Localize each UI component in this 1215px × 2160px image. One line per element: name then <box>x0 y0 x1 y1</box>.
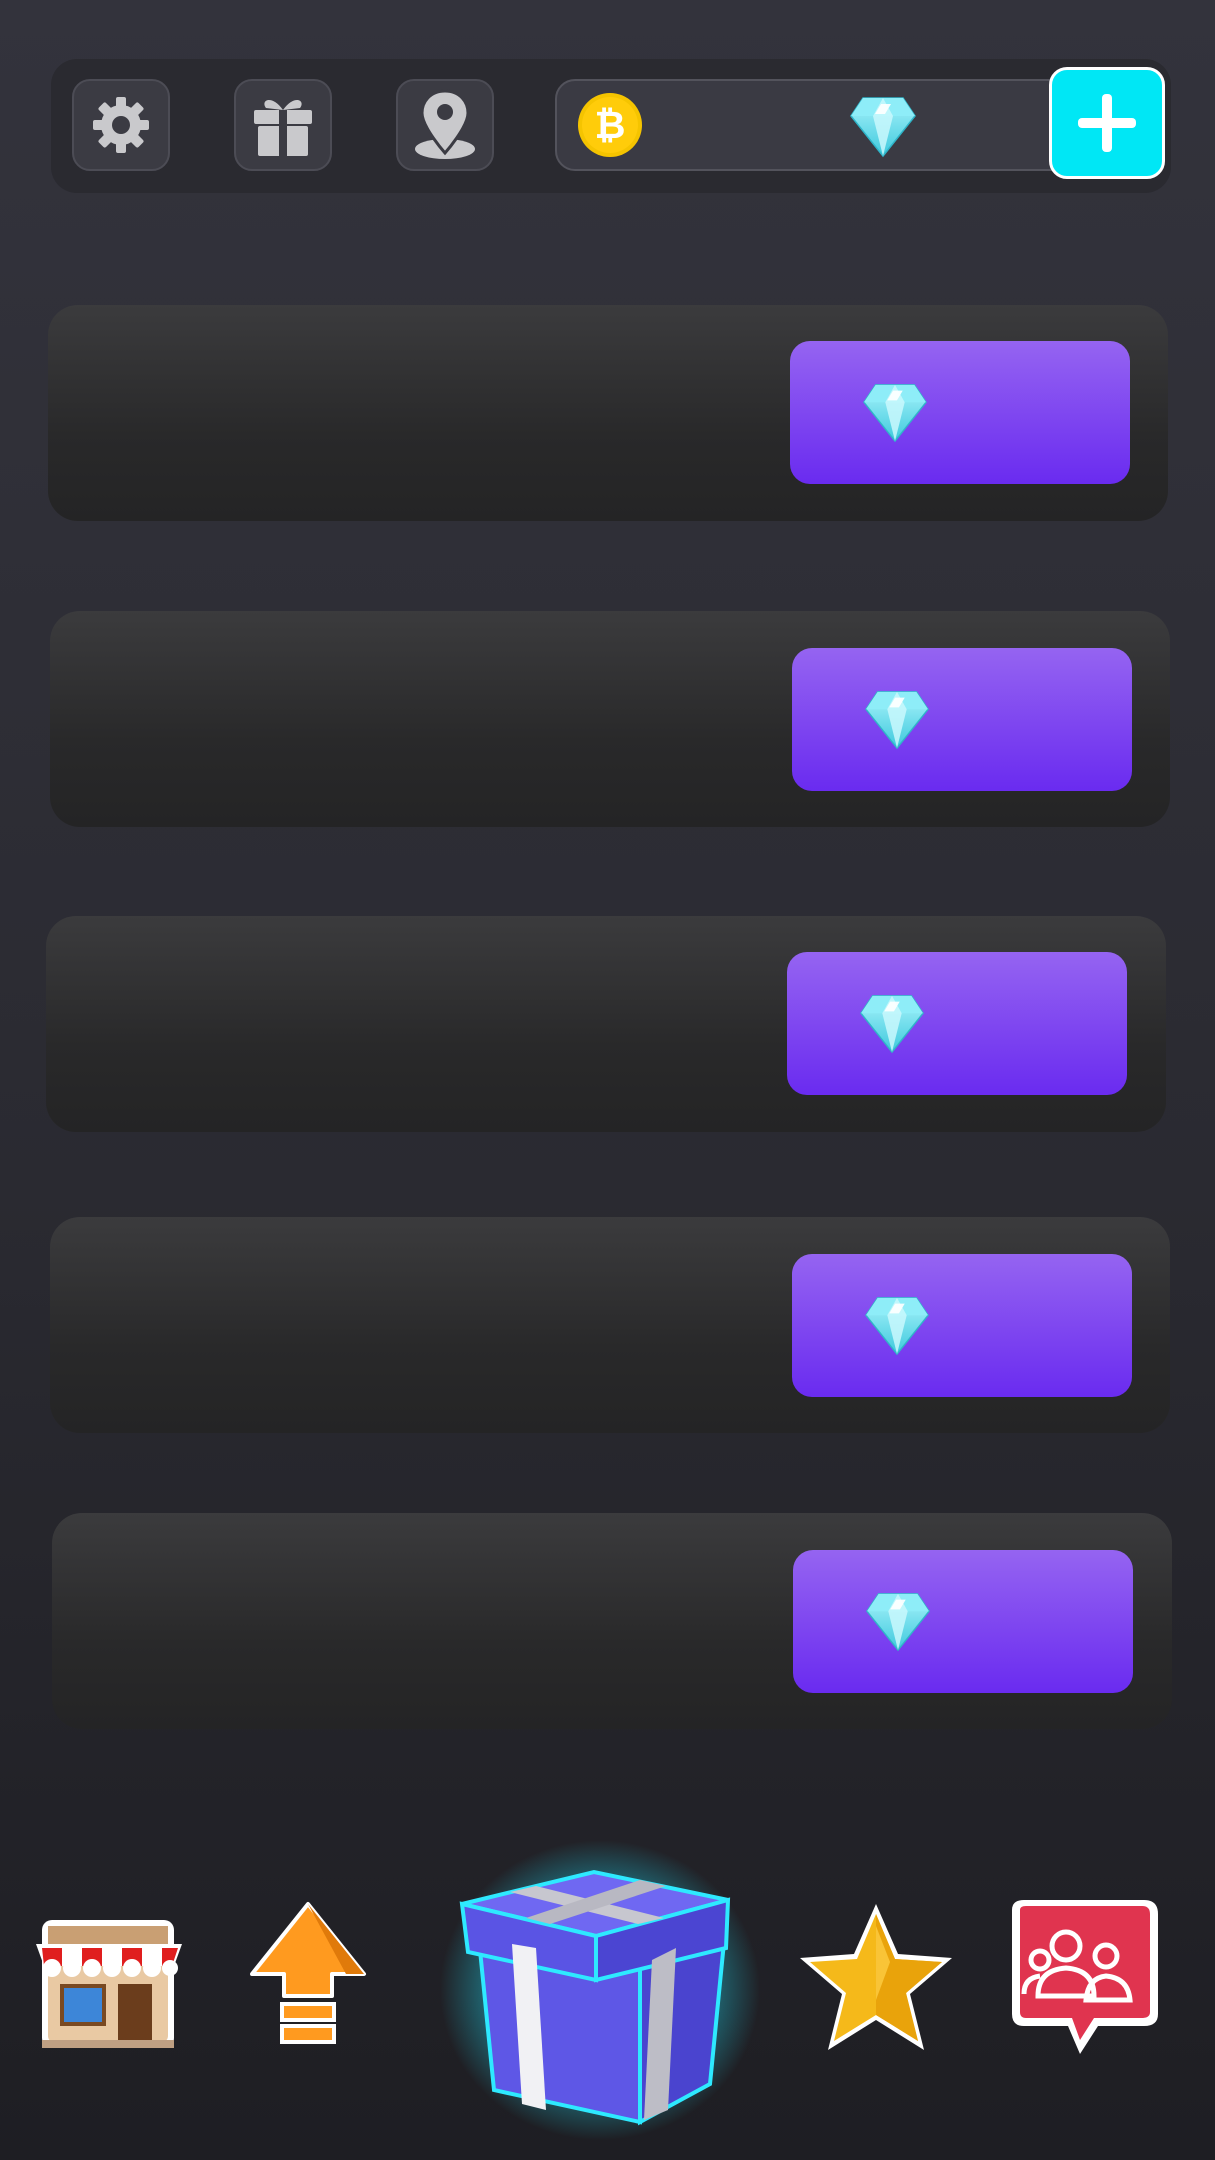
favorites-button[interactable] <box>796 1900 960 2060</box>
location-pin-icon <box>415 89 475 159</box>
social-button[interactable] <box>1002 1896 1166 2060</box>
gear-icon <box>93 97 149 153</box>
plus-icon <box>1078 94 1136 152</box>
offer-row <box>48 305 1168 521</box>
diamond-gem-icon <box>865 1297 929 1355</box>
offer-row <box>52 1513 1172 1729</box>
currency-bar: ₿ <box>555 79 1075 171</box>
gift-icon <box>254 99 312 156</box>
shop-button[interactable] <box>28 1900 190 2060</box>
top-bar: ₿ <box>51 59 1171 193</box>
offer-row <box>50 1217 1170 1433</box>
bottom-nav <box>0 1820 1215 2160</box>
svg-text:₿: ₿ <box>595 103 626 147</box>
buy-button[interactable] <box>792 1254 1132 1397</box>
shop-icon <box>36 1920 182 2048</box>
offer-row <box>46 916 1166 1132</box>
diamond-gem-icon <box>865 691 929 749</box>
gift-box-button[interactable] <box>440 1840 760 2140</box>
diamond-gem-icon <box>866 1593 930 1651</box>
upgrade-button[interactable] <box>246 1900 370 2060</box>
friends-chat-icon <box>1012 1900 1158 2054</box>
buy-button[interactable] <box>787 952 1127 1095</box>
gift-box-icon <box>440 1840 760 2140</box>
add-currency-button[interactable] <box>1049 67 1165 179</box>
buy-button[interactable] <box>793 1550 1133 1693</box>
upgrade-arrow-icon <box>250 1902 366 2044</box>
buy-button[interactable] <box>792 648 1132 791</box>
buy-button[interactable] <box>790 341 1130 484</box>
diamond-gem-icon <box>860 995 924 1053</box>
gift-button[interactable] <box>234 79 332 171</box>
diamond-gem-icon <box>847 92 919 160</box>
location-button[interactable] <box>396 79 494 171</box>
settings-button[interactable] <box>72 79 170 171</box>
bitcoin-coin-icon: ₿ <box>577 92 643 158</box>
offer-row <box>50 611 1170 827</box>
diamond-gem-icon <box>863 384 927 442</box>
star-icon <box>800 1904 952 2050</box>
